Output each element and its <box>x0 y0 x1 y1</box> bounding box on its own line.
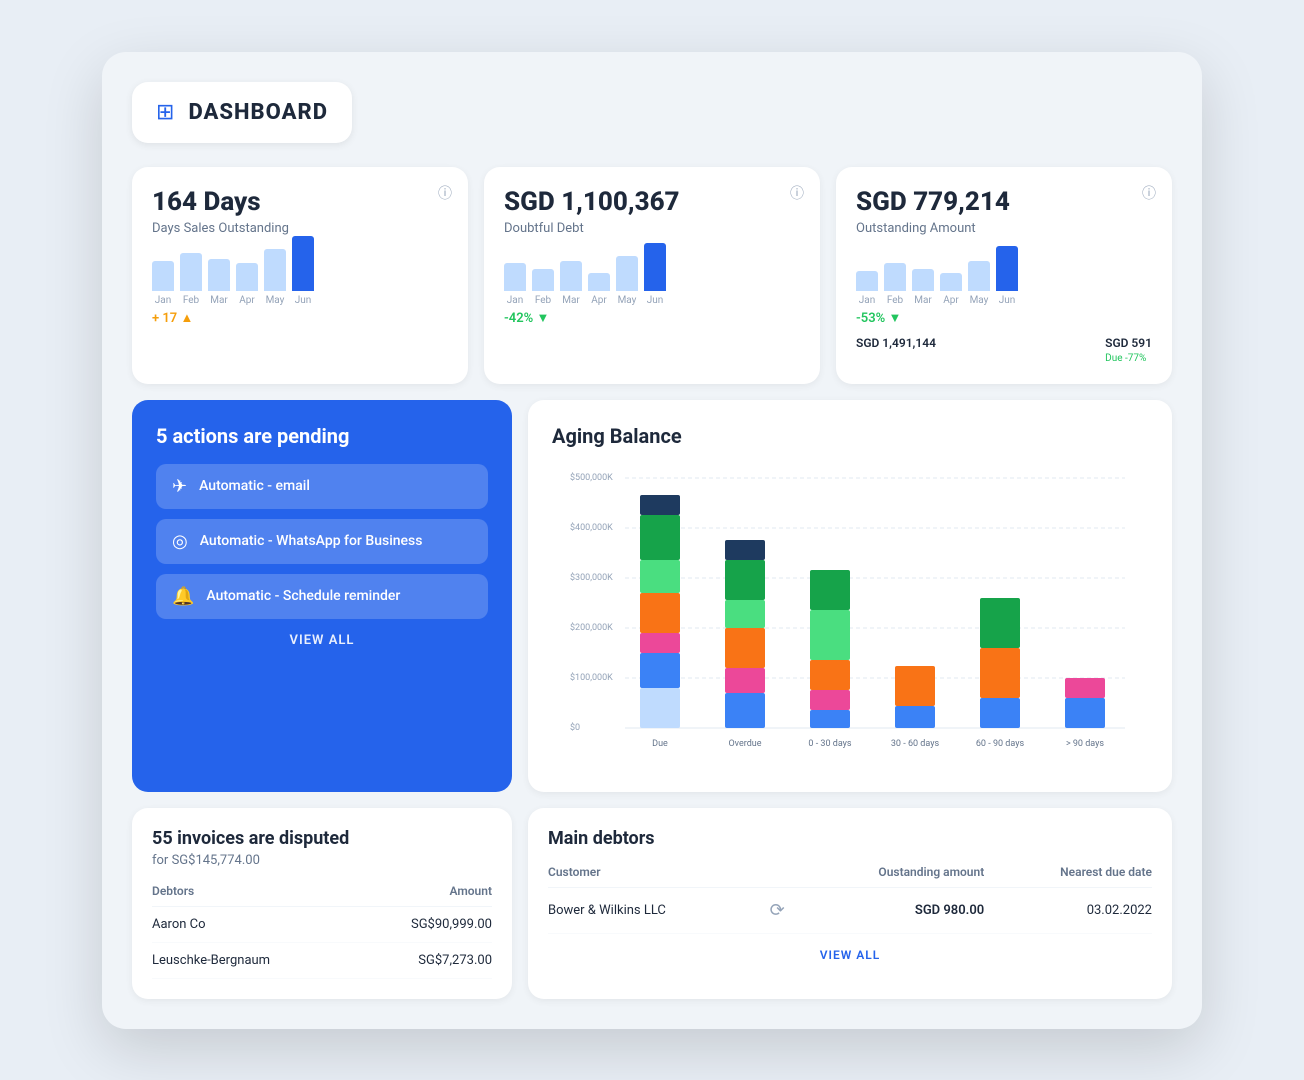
svg-text:$0: $0 <box>570 722 580 733</box>
svg-text:Due: Due <box>652 739 668 749</box>
svg-text:30 - 60 days: 30 - 60 days <box>891 739 940 749</box>
svg-text:$100,000K: $100,000K <box>570 672 613 683</box>
svg-text:> 90 days: > 90 days <box>1066 739 1104 749</box>
dso-value: 164 Days <box>152 187 448 217</box>
debtors-row-1: Bower & Wilkins LLC ⟳ SGD 980.00 03.02.2… <box>548 887 1152 933</box>
debtors-col-due: Nearest due date <box>984 865 1152 888</box>
svg-text:60 - 90 days: 60 - 90 days <box>976 739 1025 749</box>
disputed-card: 55 invoices are disputed for SG$145,774.… <box>132 808 512 999</box>
disputed-col-amount: Amount <box>354 884 492 907</box>
outstanding-value: SGD 779,214 <box>856 187 1152 217</box>
svg-text:$200,000K: $200,000K <box>570 622 613 633</box>
outstanding-extra: SGD 1,491,144 SGD 591 Due -77% <box>856 336 1152 364</box>
debtors-card: Main debtors Customer Oustanding amount … <box>528 808 1172 999</box>
action-reminder-label: Automatic - Schedule reminder <box>206 588 400 604</box>
debtor-sync-icon-1: ⟳ <box>763 887 791 933</box>
action-email[interactable]: ✈ Automatic - email <box>156 464 488 509</box>
disputed-table: Debtors Amount Aaron Co SG$90,999.00 Leu… <box>152 884 492 979</box>
actions-title: 5 actions are pending <box>156 424 488 448</box>
debtors-col-icon <box>763 865 791 888</box>
debtors-col-customer: Customer <box>548 865 763 888</box>
actions-card: 5 actions are pending ✈ Automatic - emai… <box>132 400 512 792</box>
action-whatsapp[interactable]: ◎ Automatic - WhatsApp for Business <box>156 519 488 564</box>
main-row: 5 actions are pending ✈ Automatic - emai… <box>132 400 1172 792</box>
dso-card: ⓘ 164 Days Days Sales Outstanding Jan Fe… <box>132 167 468 384</box>
dashboard-container: ⊞ DASHBOARD ⓘ 164 Days Days Sales Outsta… <box>102 52 1202 1029</box>
bottom-row: 55 invoices are disputed for SG$145,774.… <box>132 808 1172 999</box>
disputed-row-1: Aaron Co SG$90,999.00 <box>152 906 492 942</box>
debtor-amount-2: SG$7,273.00 <box>354 942 492 978</box>
doubtful-value: SGD 1,100,367 <box>504 187 800 217</box>
dashboard-header: ⊞ DASHBOARD <box>132 82 352 143</box>
top-row: ⓘ 164 Days Days Sales Outstanding Jan Fe… <box>132 167 1172 384</box>
doubtful-chart: Jan Feb Mar Apr May Jun <box>504 246 800 306</box>
svg-text:$300,000K: $300,000K <box>570 572 613 583</box>
email-icon: ✈ <box>172 476 187 497</box>
outstanding-card: ⓘ SGD 779,214 Outstanding Amount Jan Feb… <box>836 167 1172 384</box>
bell-icon: 🔔 <box>172 586 194 607</box>
debtors-view-all-button[interactable]: VIEW ALL <box>548 948 1152 962</box>
outstanding-chart: Jan Feb Mar Apr May Jun <box>856 246 1152 306</box>
outstanding-label: Outstanding Amount <box>856 221 1152 236</box>
outstanding-trend: -53% ▼ <box>856 310 1152 326</box>
info-icon-doubtful[interactable]: ⓘ <box>790 183 804 203</box>
disputed-title: 55 invoices are disputed <box>152 828 492 849</box>
disputed-col-debtors: Debtors <box>152 884 354 907</box>
disputed-sub: for SG$145,774.00 <box>152 853 492 868</box>
aging-title: Aging Balance <box>552 424 1148 448</box>
action-whatsapp-label: Automatic - WhatsApp for Business <box>200 533 423 549</box>
svg-text:0 - 30 days: 0 - 30 days <box>808 739 852 749</box>
disputed-row-2: Leuschke-Bergnaum SG$7,273.00 <box>152 942 492 978</box>
debtors-title: Main debtors <box>548 828 1152 849</box>
dso-chart: Jan Feb Mar Apr May Jun <box>152 246 448 306</box>
action-reminder[interactable]: 🔔 Automatic - Schedule reminder <box>156 574 488 619</box>
debtor-customer-1: Bower & Wilkins LLC <box>548 887 763 933</box>
aging-chart: $500,000K $400,000K $300,000K $200,000K … <box>552 468 1148 768</box>
svg-text:$400,000K: $400,000K <box>570 522 613 533</box>
debtors-col-amount: Oustanding amount <box>791 865 984 888</box>
debtor-name-2: Leuschke-Bergnaum <box>152 942 354 978</box>
debtor-amount-1: SG$90,999.00 <box>354 906 492 942</box>
action-email-label: Automatic - email <box>199 478 310 494</box>
info-icon-dso[interactable]: ⓘ <box>438 183 452 203</box>
grid-icon: ⊞ <box>156 100 174 125</box>
whatsapp-icon: ◎ <box>172 531 188 552</box>
doubtful-label: Doubtful Debt <box>504 221 800 236</box>
dashboard-title: DASHBOARD <box>188 100 328 125</box>
svg-text:Overdue: Overdue <box>728 739 761 749</box>
debtor-amount-col-1: SGD 980.00 <box>791 887 984 933</box>
debtors-table: Customer Oustanding amount Nearest due d… <box>548 865 1152 934</box>
info-icon-outstanding[interactable]: ⓘ <box>1142 183 1156 203</box>
doubtful-trend: -42% ▼ <box>504 310 800 326</box>
doubtful-card: ⓘ SGD 1,100,367 Doubtful Debt Jan Feb Ma… <box>484 167 820 384</box>
aging-card: Aging Balance $500,000K $400,000K $300,0… <box>528 400 1172 792</box>
dso-trend: + 17 ▲ <box>152 310 448 326</box>
actions-view-all-button[interactable]: VIEW ALL <box>156 633 488 648</box>
svg-text:$500,000K: $500,000K <box>570 472 613 483</box>
dso-label: Days Sales Outstanding <box>152 221 448 236</box>
debtor-due-1: 03.02.2022 <box>984 887 1152 933</box>
debtor-name-1: Aaron Co <box>152 906 354 942</box>
sync-icon: ⟳ <box>770 900 785 921</box>
